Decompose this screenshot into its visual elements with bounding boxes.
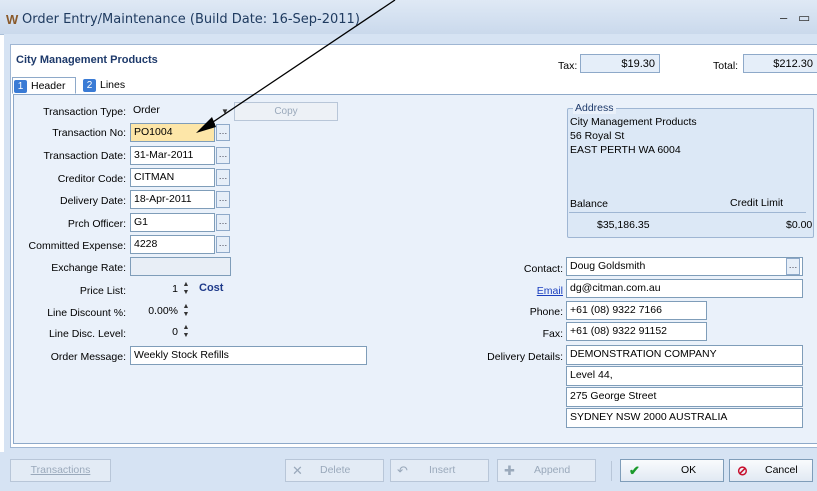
order-message-label: Order Message:: [50, 351, 126, 363]
window-title: Order Entry/Maintenance (Build Date: 16-…: [22, 12, 360, 27]
price-list-field[interactable]: 1: [130, 280, 178, 299]
chevron-down-icon[interactable]: ▼: [221, 107, 229, 116]
contact-label: Contact:: [523, 263, 563, 275]
credit-limit-value: $0.00: [786, 219, 813, 231]
email-link[interactable]: Email: [460, 285, 563, 297]
email-field[interactable]: dg@citman.com.au: [566, 279, 803, 298]
total-value: $212.30: [743, 54, 817, 73]
tab-number: 2: [83, 79, 96, 92]
transaction-no-field[interactable]: PO1004: [130, 123, 215, 142]
app-icon: W: [6, 12, 19, 27]
tax-label: Tax:: [558, 60, 578, 72]
credit-limit-label: Credit Limit: [730, 197, 784, 209]
transaction-type-value: Order: [133, 104, 160, 116]
tax-value: $19.30: [580, 54, 660, 73]
address-line: EAST PERTH WA 6004: [570, 144, 681, 156]
delete-button-label: Delete: [320, 464, 351, 476]
address-line: 56 Royal St: [570, 130, 625, 142]
delivery-line-field[interactable]: SYDNEY NSW 2000 AUSTRALIA: [566, 408, 803, 428]
transactions-button-label: Transactions: [30, 464, 91, 476]
minimize-button[interactable]: –: [780, 10, 787, 25]
transaction-no-lookup-button[interactable]: …: [216, 124, 230, 141]
committed-expense-label: Committed Expense:: [28, 240, 126, 252]
company-name: City Management Products: [16, 54, 158, 66]
exchange-rate-field: [130, 257, 231, 276]
price-list-spinner[interactable]: ▲ ▼: [181, 281, 191, 298]
line-disc-level-field[interactable]: 0: [130, 323, 178, 342]
checkmark-icon: ✔: [629, 463, 640, 478]
line-disc-level-label: Line Disc. Level:: [48, 328, 126, 340]
insert-button-label: Insert: [429, 464, 456, 476]
balance-value: $35,186.35: [597, 219, 650, 231]
line-disc-level-spinner[interactable]: ▲ ▼: [181, 324, 191, 341]
copy-button-label: Copy: [274, 106, 298, 117]
maximize-button[interactable]: ▭: [798, 10, 810, 26]
copy-button: Copy: [234, 102, 338, 121]
delivery-date-picker-button[interactable]: …: [216, 191, 230, 208]
divider: [569, 212, 806, 213]
tab-label: Header: [31, 80, 66, 92]
price-list-cost-label: Cost: [199, 282, 224, 294]
prch-officer-field[interactable]: G1: [130, 213, 215, 232]
tab-number: 1: [14, 80, 27, 93]
committed-expense-field[interactable]: 4228: [130, 235, 215, 254]
insert-icon: ↶: [397, 463, 408, 478]
delivery-line-field[interactable]: 275 George Street: [566, 387, 803, 407]
phone-field[interactable]: +61 (08) 9322 7166: [566, 301, 707, 320]
tab-label: Lines: [100, 79, 126, 91]
prch-officer-lookup-button[interactable]: …: [216, 214, 230, 231]
creditor-code-label: Creditor Code:: [57, 173, 126, 185]
address-line: City Management Products: [570, 116, 697, 128]
tab-header[interactable]: 1 Header: [12, 77, 76, 94]
prch-officer-label: Prch Officer:: [67, 218, 126, 230]
append-button-label: Append: [534, 464, 571, 476]
line-discount-label: Line Discount %:: [47, 307, 126, 319]
committed-expense-lookup-button[interactable]: …: [216, 236, 230, 253]
fax-field[interactable]: +61 (08) 9322 91152: [566, 322, 707, 341]
delivery-line-field[interactable]: DEMONSTRATION COMPANY: [566, 345, 803, 365]
transactions-button: Transactions: [10, 459, 111, 482]
transaction-type-select[interactable]: Order: [130, 102, 230, 121]
transaction-date-picker-button[interactable]: …: [216, 147, 230, 164]
transaction-no-label: Transaction No:: [52, 127, 126, 139]
append-icon: ✚: [504, 463, 515, 478]
delete-icon: ✕: [292, 463, 303, 478]
delivery-details-label: Delivery Details:: [487, 351, 563, 363]
contact-lookup-button[interactable]: …: [786, 258, 800, 275]
delete-button: ✕ Delete: [285, 459, 384, 482]
insert-button: ↶ Insert: [390, 459, 489, 482]
address-legend: Address: [573, 102, 616, 114]
ok-button[interactable]: ✔ OK: [620, 459, 724, 482]
balance-label: Balance: [570, 198, 608, 210]
title-bar: W Order Entry/Maintenance (Build Date: 1…: [0, 0, 817, 35]
price-list-label: Price List:: [79, 285, 126, 297]
line-discount-spinner[interactable]: ▲ ▼: [181, 303, 191, 320]
ok-button-label: OK: [681, 464, 697, 476]
fax-label: Fax:: [542, 328, 563, 340]
creditor-code-field[interactable]: CITMAN: [130, 168, 215, 187]
contact-field[interactable]: Doug Goldsmith: [566, 257, 803, 276]
line-discount-field[interactable]: 0.00%: [130, 302, 178, 321]
delivery-date-field[interactable]: 18-Apr-2011: [130, 190, 215, 209]
delivery-date-label: Delivery Date:: [60, 195, 126, 207]
append-button: ✚ Append: [497, 459, 596, 482]
creditor-code-lookup-button[interactable]: …: [216, 169, 230, 186]
cancel-button-label: Cancel: [765, 464, 798, 476]
separator: [611, 461, 612, 481]
transaction-date-field[interactable]: 31-Mar-2011: [130, 146, 215, 165]
total-label: Total:: [713, 60, 739, 72]
cancel-icon: ⊘: [737, 463, 748, 478]
transaction-date-label: Transaction Date:: [43, 150, 126, 162]
cancel-button[interactable]: ⊘ Cancel: [729, 459, 813, 482]
tab-lines[interactable]: 2 Lines: [82, 77, 132, 94]
exchange-rate-label: Exchange Rate:: [51, 262, 126, 274]
phone-label: Phone:: [529, 306, 563, 318]
transaction-type-label: Transaction Type:: [43, 106, 126, 118]
order-message-field[interactable]: Weekly Stock Refills: [130, 346, 367, 365]
delivery-line-field[interactable]: Level 44,: [566, 366, 803, 386]
